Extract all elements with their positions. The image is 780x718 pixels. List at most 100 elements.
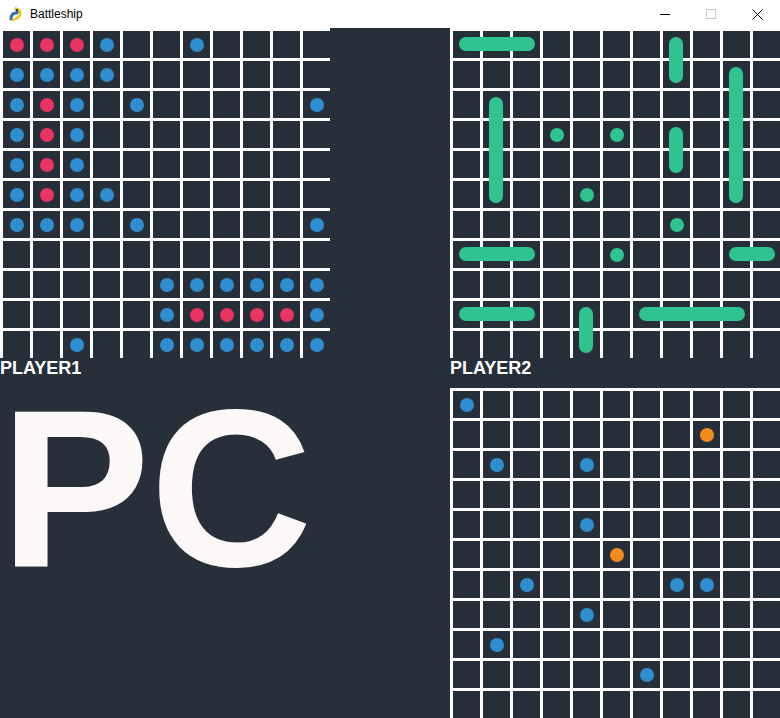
grid-cell[interactable] xyxy=(603,301,630,328)
grid-cell[interactable] xyxy=(513,211,540,238)
grid-cell[interactable] xyxy=(543,481,570,508)
grid-cell[interactable] xyxy=(123,271,150,298)
grid-cell[interactable] xyxy=(3,271,30,298)
grid-cell[interactable] xyxy=(273,331,300,358)
grid-cell[interactable] xyxy=(303,271,330,298)
grid-cell[interactable] xyxy=(543,271,570,298)
grid-cell[interactable] xyxy=(633,571,660,598)
grid-cell[interactable] xyxy=(633,391,660,418)
grid-cell[interactable] xyxy=(453,601,480,628)
grid-cell[interactable] xyxy=(93,181,120,208)
grid-cell[interactable] xyxy=(213,241,240,268)
grid-cell[interactable] xyxy=(183,181,210,208)
grid-cell[interactable] xyxy=(3,331,30,358)
grid-cell[interactable] xyxy=(243,301,270,328)
grid-cell[interactable] xyxy=(723,211,750,238)
grid-cell[interactable] xyxy=(573,271,600,298)
grid-cell[interactable] xyxy=(33,271,60,298)
grid-cell[interactable] xyxy=(573,391,600,418)
grid-cell[interactable] xyxy=(183,61,210,88)
grid-cell[interactable] xyxy=(633,421,660,448)
grid-cell[interactable] xyxy=(33,61,60,88)
grid-cell[interactable] xyxy=(753,331,780,358)
grid-cell[interactable] xyxy=(213,61,240,88)
grid-cell[interactable] xyxy=(633,661,660,688)
grid-cell[interactable] xyxy=(723,691,750,718)
grid-cell[interactable] xyxy=(213,331,240,358)
grid-cell[interactable] xyxy=(573,91,600,118)
grid-cell[interactable] xyxy=(453,691,480,718)
grid-cell[interactable] xyxy=(243,271,270,298)
grid-cell[interactable] xyxy=(243,151,270,178)
minimize-button[interactable] xyxy=(642,0,688,28)
grid-cell[interactable] xyxy=(663,511,690,538)
grid-cell[interactable] xyxy=(543,211,570,238)
grid-cell[interactable] xyxy=(153,211,180,238)
grid-cell[interactable] xyxy=(543,241,570,268)
grid-cell[interactable] xyxy=(693,571,720,598)
grid-cell[interactable] xyxy=(633,331,660,358)
grid-cell[interactable] xyxy=(93,271,120,298)
grid-cell[interactable] xyxy=(513,511,540,538)
grid-cell[interactable] xyxy=(723,511,750,538)
grid-cell[interactable] xyxy=(153,121,180,148)
grid-cell[interactable] xyxy=(183,121,210,148)
grid-cell[interactable] xyxy=(663,271,690,298)
grid-cell[interactable] xyxy=(483,271,510,298)
grid-cell[interactable] xyxy=(693,151,720,178)
grid-cell[interactable] xyxy=(543,151,570,178)
grid-cell[interactable] xyxy=(273,61,300,88)
grid-cell[interactable] xyxy=(123,91,150,118)
grid-cell[interactable] xyxy=(693,211,720,238)
grid-cell[interactable] xyxy=(573,631,600,658)
grid-cell[interactable] xyxy=(303,301,330,328)
grid-cell[interactable] xyxy=(603,391,630,418)
grid-cell[interactable] xyxy=(723,541,750,568)
grid-cell[interactable] xyxy=(573,691,600,718)
grid-cell[interactable] xyxy=(693,61,720,88)
grid-cell[interactable] xyxy=(543,691,570,718)
grid-cell[interactable] xyxy=(603,271,630,298)
grid-cell[interactable] xyxy=(453,331,480,358)
grid-cell[interactable] xyxy=(453,541,480,568)
grid-cell[interactable] xyxy=(603,511,630,538)
grid-cell[interactable] xyxy=(723,271,750,298)
grid-cell[interactable] xyxy=(213,211,240,238)
player1-board[interactable] xyxy=(0,28,330,358)
grid-cell[interactable] xyxy=(63,31,90,58)
grid-cell[interactable] xyxy=(573,601,600,628)
grid-cell[interactable] xyxy=(123,211,150,238)
grid-cell[interactable] xyxy=(63,301,90,328)
grid-cell[interactable] xyxy=(3,61,30,88)
grid-cell[interactable] xyxy=(243,241,270,268)
grid-cell[interactable] xyxy=(123,31,150,58)
grid-cell[interactable] xyxy=(273,151,300,178)
grid-cell[interactable] xyxy=(753,691,780,718)
grid-cell[interactable] xyxy=(33,211,60,238)
grid-cell[interactable] xyxy=(753,421,780,448)
grid-cell[interactable] xyxy=(63,151,90,178)
grid-cell[interactable] xyxy=(243,181,270,208)
grid-cell[interactable] xyxy=(663,421,690,448)
grid-cell[interactable] xyxy=(693,631,720,658)
grid-cell[interactable] xyxy=(273,91,300,118)
grid-cell[interactable] xyxy=(513,331,540,358)
grid-cell[interactable] xyxy=(513,541,540,568)
grid-cell[interactable] xyxy=(633,601,660,628)
grid-cell[interactable] xyxy=(93,61,120,88)
grid-cell[interactable] xyxy=(483,331,510,358)
grid-cell[interactable] xyxy=(543,451,570,478)
grid-cell[interactable] xyxy=(663,571,690,598)
grid-cell[interactable] xyxy=(63,271,90,298)
grid-cell[interactable] xyxy=(33,91,60,118)
grid-cell[interactable] xyxy=(603,601,630,628)
grid-cell[interactable] xyxy=(723,631,750,658)
grid-cell[interactable] xyxy=(483,601,510,628)
grid-cell[interactable] xyxy=(243,331,270,358)
grid-cell[interactable] xyxy=(153,181,180,208)
grid-cell[interactable] xyxy=(633,691,660,718)
grid-cell[interactable] xyxy=(243,61,270,88)
grid-cell[interactable] xyxy=(663,631,690,658)
grid-cell[interactable] xyxy=(723,571,750,598)
grid-cell[interactable] xyxy=(573,211,600,238)
